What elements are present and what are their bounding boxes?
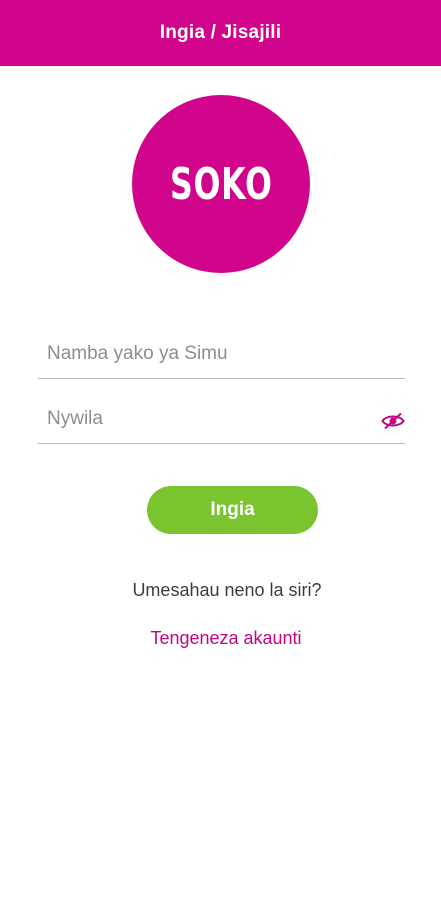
login-button[interactable]: Ingia <box>147 486 318 534</box>
create-account-link[interactable]: Tengeneza akaunti <box>0 628 441 649</box>
forgot-password-link[interactable]: Umesahau neno la siri? <box>0 580 441 601</box>
password-input[interactable] <box>47 399 367 439</box>
app-bar: Ingia / Jisajili <box>0 0 441 66</box>
logo-text: SOKO <box>169 158 273 210</box>
eye-slash-icon[interactable] <box>381 412 405 430</box>
password-field <box>38 399 405 444</box>
phone-input[interactable] <box>47 334 367 374</box>
phone-field <box>38 334 405 379</box>
soko-logo: SOKO <box>132 95 310 273</box>
app-bar-title: Ingia / Jisajili <box>159 22 282 43</box>
